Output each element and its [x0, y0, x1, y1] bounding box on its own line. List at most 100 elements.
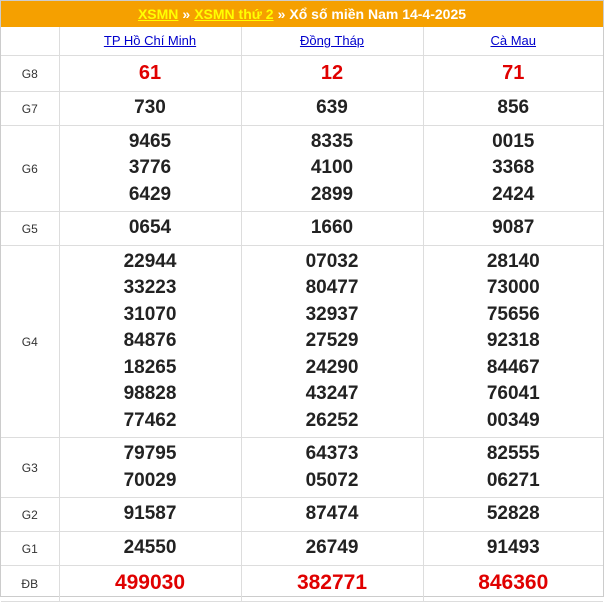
prize-cell: 856 — [422, 91, 603, 126]
province-cell: Đồng Tháp — [240, 27, 424, 56]
prize-cell: 499030 — [58, 565, 242, 602]
prize-number: 27529 — [305, 330, 359, 352]
prize-cell: 9465 3776 6429 — [58, 125, 242, 212]
prize-cell: 24550 — [58, 531, 242, 566]
prize-number: 84876 — [123, 330, 177, 352]
prize-number: 2899 — [310, 183, 354, 205]
prize-number: 64373 — [305, 443, 359, 464]
prize-number: 846360 — [478, 571, 549, 595]
prize-cell: 0015 3368 2424 — [422, 125, 603, 212]
breadcrumb-separator: » — [182, 6, 191, 22]
page-title: Xổ số miền Nam 14-4-2025 — [289, 6, 467, 22]
prize-cell: 79795 70029 — [58, 437, 242, 498]
prize-number: 77462 — [123, 409, 177, 431]
prize-number: 79795 — [123, 443, 177, 464]
prize-number: 98828 — [123, 383, 177, 405]
prize-label: G5 — [1, 211, 60, 246]
prize-row-g7: G7 730 639 856 — [1, 91, 603, 126]
prize-row-g1: G1 24550 26749 91493 — [1, 531, 603, 566]
prize-cell: 07032 80477 32937 27529 24290 43247 26252 — [240, 245, 424, 438]
prize-cell: 1660 — [240, 211, 424, 246]
prize-cell: 382771 — [240, 565, 424, 602]
prize-number: 26749 — [305, 537, 359, 559]
prize-number: 24290 — [305, 356, 359, 378]
prize-number: 32937 — [305, 303, 359, 325]
prize-label: G3 — [1, 437, 60, 498]
results-panel: XSMN » XSMN thứ 2 » Xổ số miền Nam 14-4-… — [0, 0, 604, 602]
prize-row-g4: G4 22944 33223 31070 84876 18265 98828 77462 070… — [1, 245, 603, 438]
prize-cell: 0654 — [58, 211, 242, 246]
province-cell: TP Hồ Chí Minh — [58, 27, 242, 56]
prize-number: 8335 — [310, 130, 354, 152]
prize-number: 70029 — [123, 469, 177, 491]
prize-cell: 52828 — [422, 497, 603, 532]
prize-cell: 22944 33223 31070 84876 18265 98828 77462 — [58, 245, 242, 438]
prize-number: 382771 — [296, 571, 368, 595]
prize-row-g8: G8 61 12 71 — [1, 55, 603, 92]
prize-cell: 64373 05072 — [240, 437, 424, 498]
prize-number: 499030 — [114, 571, 186, 595]
breadcrumb-separator: » — [277, 6, 286, 22]
prize-number: 730 — [134, 97, 166, 119]
prize-number: 4100 — [310, 157, 354, 179]
prize-number: 2424 — [492, 183, 535, 205]
prize-number: 6429 — [128, 183, 172, 205]
prize-cell: 91587 — [58, 497, 242, 532]
prize-cell: 61 — [58, 55, 242, 92]
province-link-hcm[interactable]: TP Hồ Chí Minh — [104, 33, 196, 48]
prize-cell: 87474 — [240, 497, 424, 532]
prize-cell: 82555 06271 — [422, 437, 603, 498]
prize-number: 92318 — [486, 330, 540, 352]
prize-number: 61 — [138, 62, 162, 85]
prize-cell: 639 — [240, 91, 424, 126]
prize-number: 91587 — [123, 503, 177, 525]
prize-number: 80477 — [305, 277, 359, 299]
prize-number: 856 — [497, 97, 530, 119]
prize-number: 43247 — [305, 383, 359, 405]
prize-cell: 71 — [422, 55, 603, 92]
prize-number: 639 — [316, 97, 348, 119]
prize-number: 24550 — [123, 537, 177, 559]
breadcrumb-xsmn-monday-link[interactable]: XSMN thứ 2 — [194, 6, 273, 22]
prize-number: 71 — [502, 62, 525, 85]
prize-number: 06271 — [486, 469, 540, 491]
prize-row-g3: G3 79795 70029 64373 05072 82555 06271 — [1, 437, 603, 498]
prize-number: 84467 — [486, 356, 540, 378]
prize-label: G1 — [1, 531, 60, 566]
prize-number: 9465 — [128, 130, 172, 152]
prize-label: G2 — [1, 497, 60, 532]
prize-number: 9087 — [492, 217, 535, 239]
prize-number: 76041 — [486, 383, 540, 405]
prize-number: 0654 — [128, 217, 172, 239]
prize-cell: 846360 — [422, 565, 603, 602]
prize-number: 26252 — [305, 409, 359, 431]
prize-number: 1660 — [310, 217, 354, 239]
prize-label: G7 — [1, 91, 60, 126]
prize-cell: 8335 4100 2899 — [240, 125, 424, 212]
breadcrumb-xsmn-link[interactable]: XSMN — [138, 6, 178, 22]
prize-row-g2: G2 91587 87474 52828 — [1, 497, 603, 532]
prize-number: 82555 — [486, 443, 540, 464]
prize-number: 31070 — [123, 303, 177, 325]
province-link-dong-thap[interactable]: Đồng Tháp — [300, 33, 364, 48]
prize-label: ĐB — [1, 565, 60, 602]
prize-number: 3776 — [128, 157, 172, 179]
prize-label: G8 — [1, 55, 60, 92]
prize-cell: 730 — [58, 91, 242, 126]
prize-number: 73000 — [486, 277, 540, 299]
prize-number: 05072 — [305, 469, 359, 491]
prize-cell: 26749 — [240, 531, 424, 566]
prize-number: 00349 — [486, 409, 540, 431]
prize-cell: 12 — [240, 55, 424, 92]
prize-number: 52828 — [486, 503, 540, 525]
province-link-ca-mau[interactable]: Cà Mau — [490, 33, 536, 48]
corner-cell — [1, 27, 60, 56]
prize-number: 75656 — [486, 303, 540, 325]
prize-cell: 9087 — [422, 211, 603, 246]
prize-number: 91493 — [486, 537, 540, 559]
prize-number: 33223 — [123, 277, 177, 299]
results-table: TP Hồ Chí Minh Đồng Tháp Cà Mau G8 61 12 71… — [1, 27, 603, 602]
prize-number: 3368 — [492, 157, 535, 179]
breadcrumb: XSMN » XSMN thứ 2 » Xổ số miền Nam 14-4-… — [1, 1, 603, 27]
prize-label: G4 — [1, 245, 60, 438]
